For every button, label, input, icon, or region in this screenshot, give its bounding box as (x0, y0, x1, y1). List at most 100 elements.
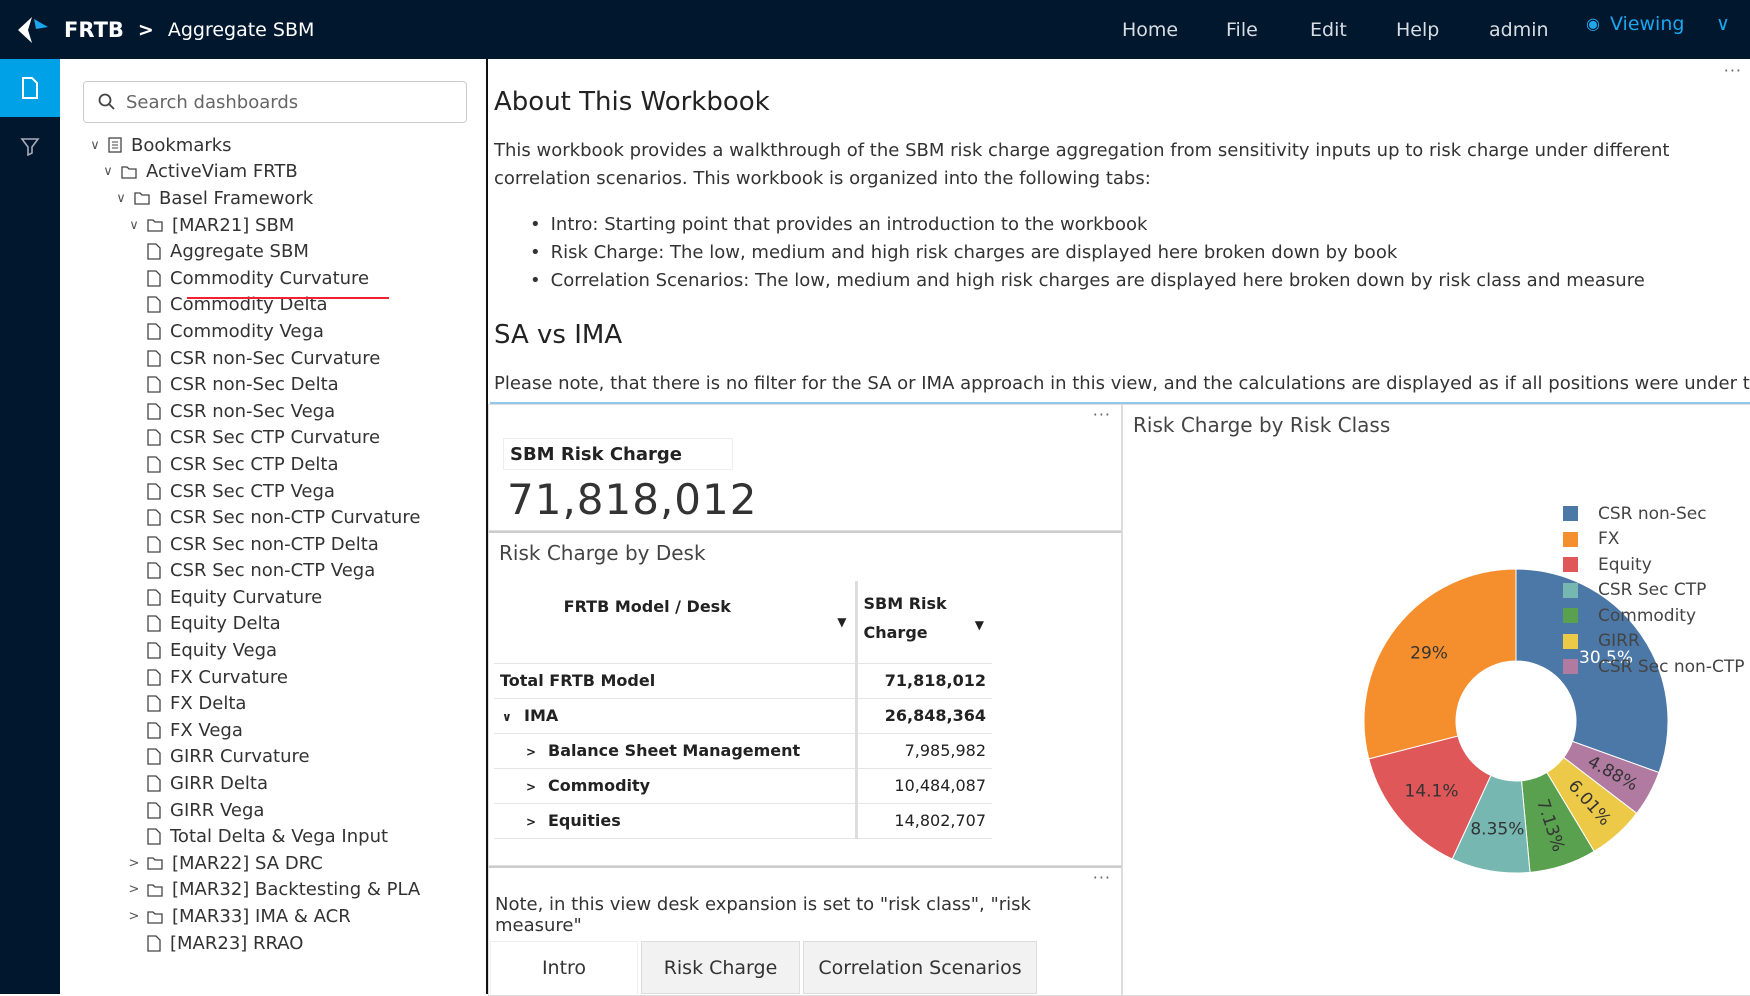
chevron-down-icon[interactable]: ∨ (1716, 0, 1730, 53)
tree-item[interactable]: CSR non-Sec Delta (60, 371, 486, 398)
main-content: ··· About This Workbook This workbook pr… (488, 59, 1750, 996)
tree-item[interactable]: [MAR23] RRAO (60, 930, 486, 957)
tree-item[interactable]: Commodity Curvature (60, 265, 486, 292)
legend-item[interactable]: GIRR (1563, 629, 1744, 655)
tree-item[interactable]: FX Delta (60, 690, 486, 717)
file-icon (147, 642, 161, 659)
tree-item[interactable]: Equity Vega (60, 637, 486, 664)
file-icon (147, 748, 161, 766)
chevron-right-icon[interactable]: > (526, 745, 544, 759)
menu-help[interactable]: Help (1396, 0, 1439, 59)
chevron-right-icon[interactable]: > (127, 856, 141, 871)
tree-item[interactable]: CSR non-Sec Curvature (60, 345, 486, 372)
table-row[interactable]: > Balance Sheet Management 7,985,982 (494, 733, 992, 769)
folder-icon (121, 165, 137, 179)
tree-item[interactable]: CSR Sec CTP Curvature (60, 425, 486, 452)
chevron-down-icon[interactable]: ∨ (502, 710, 520, 724)
table-row[interactable]: > Equities 14,802,707 (494, 803, 992, 839)
legend-item[interactable]: CSR non-Sec (1563, 501, 1744, 527)
legend-label: Commodity (1598, 605, 1697, 626)
tree-item[interactable]: Equity Curvature (60, 584, 486, 611)
tree-item[interactable]: ∨ Bookmarks (60, 132, 486, 159)
table-row[interactable]: Total FRTB Model 71,818,012 (494, 663, 992, 699)
more-options-icon[interactable]: ··· (1724, 61, 1742, 80)
tree-item[interactable]: CSR Sec non-CTP Curvature (60, 504, 486, 531)
chevron-right-icon[interactable]: > (127, 882, 141, 897)
tree-item[interactable]: ∨ Basel Framework (60, 185, 486, 212)
tree-item[interactable]: ∨ ActiveViam FRTB (60, 159, 486, 186)
tab-risk-charge[interactable]: Risk Charge (641, 941, 800, 994)
menu-home[interactable]: Home (1122, 0, 1178, 59)
chevron-down-icon[interactable]: ∨ (101, 164, 115, 179)
legend-item[interactable]: CSR Sec CTP (1563, 578, 1744, 604)
tree-item[interactable]: Commodity Vega (60, 318, 486, 345)
legend-item[interactable]: CSR Sec non-CTP (1563, 654, 1744, 680)
app-logo-icon[interactable] (14, 15, 54, 45)
tree-item-label: Basel Framework (159, 187, 314, 209)
chevron-down-icon[interactable]: ∨ (88, 138, 102, 153)
more-options-icon[interactable]: ··· (1093, 405, 1111, 424)
table-row[interactable]: > Commodity 10,484,087 (494, 768, 992, 804)
tab-correlation-scenarios[interactable]: Correlation Scenarios (803, 941, 1037, 994)
tree-item[interactable]: Commodity Delta (60, 292, 486, 319)
legend-item[interactable]: Equity (1563, 552, 1744, 578)
bullet-item: Correlation Scenarios: The low, medium a… (530, 267, 1645, 295)
tree-item[interactable]: CSR Sec CTP Delta (60, 451, 486, 478)
tree-item[interactable]: Equity Delta (60, 611, 486, 638)
chevron-down-icon[interactable]: ∨ (127, 218, 141, 233)
tree-item[interactable]: CSR non-Sec Vega (60, 398, 486, 425)
tree-item[interactable]: > [MAR22] SA DRC (60, 850, 486, 877)
tree-item-label: [MAR23] RRAO (170, 932, 304, 954)
brand[interactable]: FRTB (64, 18, 124, 42)
sort-dropdown-icon[interactable]: ▼ (975, 611, 984, 640)
search-input[interactable]: Search dashboards (83, 81, 467, 123)
dashboards-rail-button[interactable] (0, 59, 60, 117)
file-icon (147, 801, 161, 819)
sort-dropdown-icon[interactable]: ▼ (837, 615, 846, 629)
chevron-right-icon[interactable]: > (526, 780, 544, 794)
chevron-right-icon[interactable]: > (526, 815, 544, 829)
legend-swatch (1563, 659, 1578, 675)
tree-item[interactable]: GIRR Delta (60, 770, 486, 797)
tree-item[interactable]: CSR Sec non-CTP Delta (60, 531, 486, 558)
tree-item-label: CSR Sec non-CTP Delta (170, 533, 379, 555)
tree-item-label: CSR non-Sec Curvature (170, 347, 381, 369)
tree-item[interactable]: CSR Sec CTP Vega (60, 478, 486, 505)
tree-item[interactable]: ∨ [MAR21] SBM (60, 212, 486, 239)
viewing-label: Viewing (1609, 12, 1685, 35)
chevron-down-icon[interactable]: ∨ (114, 191, 128, 206)
more-options-icon[interactable]: ··· (1093, 868, 1111, 887)
kpi-panel: ··· SBM Risk Charge 71,818,012 (488, 404, 1122, 531)
tree-item[interactable]: Aggregate SBM (60, 238, 486, 265)
eye-icon: ◉ (1586, 14, 1600, 33)
menu-admin[interactable]: admin (1489, 0, 1549, 59)
tree-item[interactable]: GIRR Curvature (60, 744, 486, 771)
tree-item[interactable]: FX Vega (60, 717, 486, 744)
menu-edit[interactable]: Edit (1310, 0, 1347, 59)
risk-charge-cell: 71,818,012 (856, 663, 992, 699)
legend-swatch (1563, 582, 1578, 598)
tree-item-label: Bookmarks (131, 134, 232, 156)
desk-table: FRTB Model / Desk ▼ SBM Risk Charge ▼ Tota… (494, 581, 992, 839)
tree-item-label: [MAR21] SBM (172, 214, 295, 236)
tab-intro[interactable]: Intro (490, 941, 638, 994)
viewing-mode-toggle[interactable]: ◉ Viewing (1586, 0, 1684, 53)
filters-rail-button[interactable] (0, 117, 60, 175)
kpi-value: 71,818,012 (507, 475, 758, 524)
pie-slice-fx[interactable] (1363, 568, 1517, 760)
column-header-desk[interactable]: FRTB Model / Desk ▼ (494, 581, 858, 664)
tree-item[interactable]: FX Curvature (60, 664, 486, 691)
legend-item[interactable]: FX (1563, 527, 1744, 553)
tree-item[interactable]: > [MAR32] Backtesting & PLA (60, 877, 486, 904)
tree-item[interactable]: GIRR Vega (60, 797, 486, 824)
column-header-risk-charge[interactable]: SBM Risk Charge ▼ (856, 581, 992, 664)
tree-item[interactable]: > [MAR33] IMA & ACR (60, 903, 486, 930)
legend-item[interactable]: Commodity (1563, 603, 1744, 629)
tree-item[interactable]: CSR Sec non-CTP Vega (60, 558, 486, 585)
table-row[interactable]: ∨ IMA 26,848,364 (494, 698, 992, 734)
menu-file[interactable]: File (1226, 0, 1258, 59)
bullet-item: Intro: Starting point that provides an i… (530, 211, 1645, 239)
tree-item[interactable]: Total Delta & Vega Input (60, 823, 486, 850)
chevron-right-icon[interactable]: > (127, 909, 141, 924)
file-icon (147, 828, 161, 845)
